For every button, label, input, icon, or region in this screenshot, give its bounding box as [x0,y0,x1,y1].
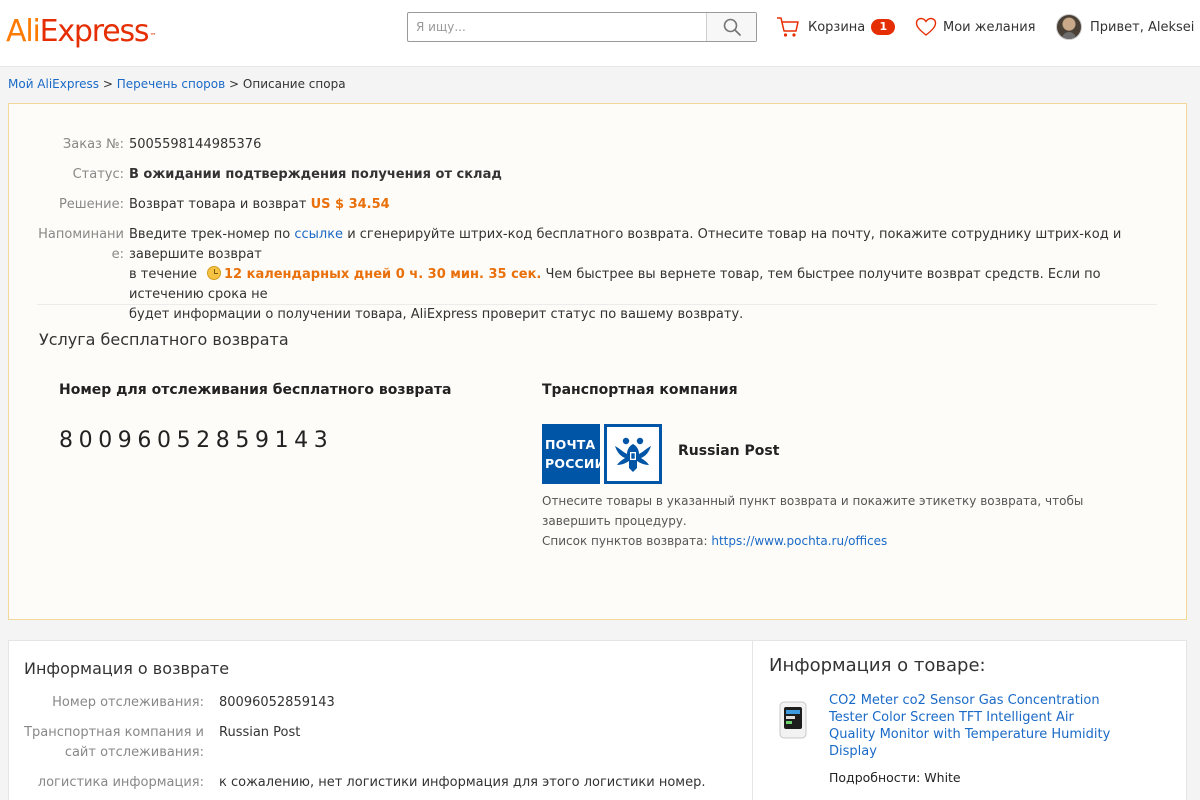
top-header: AliExpress™ Корзина 1 Мои желания Привет… [0,0,1200,67]
search-button[interactable] [706,13,756,41]
logo-part-express: Express [39,14,150,49]
avatar [1056,14,1082,40]
logistics-label: логистика информация: [37,775,204,790]
logo-part-ali: Ali [6,14,41,49]
status-label: Статус: [72,167,124,182]
search-icon [723,18,741,36]
decision-value: Возврат товара и возврат US $ 34.54 [129,195,1159,215]
return-tracking-label: Номер отслеживания: [52,695,204,710]
user-account-menu[interactable]: Привет, Aleksei [1056,14,1194,40]
wishlist-link[interactable]: Мои желания [915,14,1036,40]
user-greeting: Привет, Aleksei [1090,19,1195,35]
breadcrumb-current: Описание спора [242,77,346,91]
carrier-instructions: Отнесите товары в указанный пункт возвра… [542,494,1084,528]
return-points-label: Список пунктов возврата: [542,534,708,548]
return-carrier-value: Russian Post [219,725,301,740]
reminder-label: Напоминани е: [29,225,124,265]
eagle-emblem-icon [604,424,662,484]
order-number: 5005598144985376 [129,137,262,152]
breadcrumb-separator: > [229,77,240,91]
return-carrier-label: Транспортная компания и сайт отслеживания… [24,723,204,763]
clock-icon [207,266,221,280]
logistics-value: к сожалению, нет логистики информация дл… [219,775,706,790]
product-details-value: White [924,770,961,785]
decision-label: Решение: [58,197,124,212]
product-title-link[interactable]: CO2 Meter co2 Sensor Gas Concentration T… [829,692,1119,760]
free-return-title: Услуга бесплатного возврата [39,330,289,349]
return-info-panel: Информация о возврате Номер отслеживания… [8,640,753,800]
tracking-heading: Номер для отслеживания бесплатного возвр… [59,382,452,398]
search-input[interactable] [408,13,706,41]
reminder-link[interactable]: ссылке [294,227,343,242]
product-details: Подробности: White [829,770,961,785]
return-points-row: Список пунктов возврата: https://www.poc… [542,531,887,551]
russian-post-wordmark: ПОЧТА РОССИИ [542,424,606,484]
reminder-text-last: будет информации о получении товара, Ali… [129,307,744,322]
reminder-text: Введите трек-номер по ссылке и сгенериру… [129,225,1159,325]
reminder-deadline-prefix: в течение [129,267,197,282]
product-details-label: Подробности: [829,770,921,785]
return-deadline-countdown: 12 календарных дней 0 ч. 30 мин. 35 сек. [224,267,542,282]
breadcrumb-separator: > [102,77,113,91]
russian-post-logo: ПОЧТА РОССИИ [542,424,662,484]
logo-word-1: ПОЧТА [545,437,596,452]
decision-text: Возврат товара и возврат [129,197,307,212]
reminder-label-line1: Напоминани [38,227,124,242]
logo-word-2: РОССИИ [545,456,606,471]
eagle-emblem-graphic [615,437,651,472]
order-label: Заказ №: [62,137,124,152]
search-box [407,12,757,42]
cart-link[interactable]: Корзина 1 [776,14,896,40]
product-info-panel: Информация о товаре: CO2 Meter co2 Senso… [753,640,1187,800]
carrier-heading: Транспортная компания [542,382,738,398]
breadcrumb: Мой AliExpress > Перечень споров > Описа… [8,77,346,91]
cart-count-badge: 1 [871,19,896,35]
carrier-name: Russian Post [678,443,780,459]
reminder-label-line2: е: [111,247,124,262]
refund-amount: US $ 34.54 [310,197,390,212]
tracking-number: 80096052859143 [59,428,334,453]
logo-trademark: ™ [149,32,156,40]
breadcrumb-disputes-list[interactable]: Перечень споров [117,77,225,91]
dispute-summary-panel: Заказ №: 5005598144985376 Статус: В ожид… [8,103,1187,620]
wishlist-label: Мои желания [943,19,1036,35]
return-points-link[interactable]: https://www.pochta.ru/offices [711,534,887,548]
aliexpress-logo[interactable]: AliExpress™ [6,12,156,52]
heart-icon [915,17,937,36]
return-tracking-value: 80096052859143 [219,695,335,710]
cart-label: Корзина [808,19,866,35]
breadcrumb-my-aliexpress[interactable]: Мой AliExpress [8,77,99,91]
status-value: В ожидании подтверждения получения от ск… [129,167,502,182]
reminder-text-start: Введите трек-номер по [129,227,291,242]
return-carrier-label-line1: Транспортная компания и [24,725,204,740]
product-thumbnail[interactable] [775,699,811,741]
return-info-title: Информация о возврате [24,659,230,678]
section-divider [37,304,1157,305]
cart-icon [777,17,799,37]
co2-meter-image [779,701,807,739]
return-carrier-label-line2: сайт отслеживания: [64,745,204,760]
product-info-title: Информация о товаре: [769,655,986,676]
